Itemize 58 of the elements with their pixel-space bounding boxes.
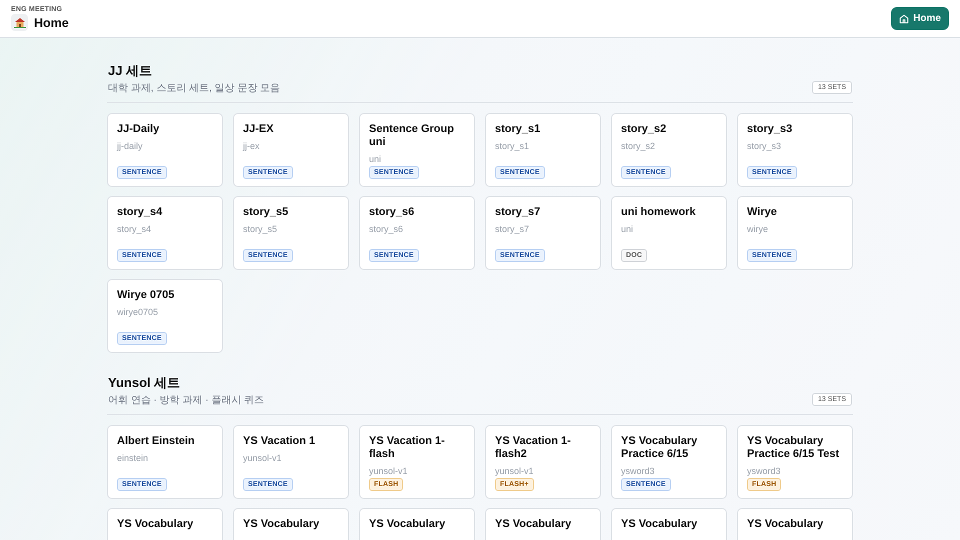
set-title: YS Vocabulary — [243, 518, 320, 531]
home-icon — [899, 14, 910, 24]
set-title: Wirye 0705 — [117, 289, 176, 302]
set-title: story_s6 — [369, 206, 416, 219]
set-slug: story_s2 — [621, 141, 656, 151]
set-slug: wirye — [747, 224, 770, 234]
set-slug: ysword3 — [747, 466, 782, 476]
section-title: JJ 세트 — [108, 62, 154, 80]
set-title: YS Vacation 1-flash2 — [495, 435, 572, 461]
set-title: story_s3 — [747, 123, 794, 136]
set-slug: ysword3 — [621, 466, 656, 476]
set-title: YS Vacation 1-flash — [369, 435, 446, 461]
set-card[interactable]: YS Vocabulary — [737, 508, 853, 540]
set-slug: jj-ex — [243, 141, 261, 151]
set-title: YS Vocabulary — [369, 518, 446, 531]
set-slug: yunsol-v1 — [369, 466, 409, 476]
set-title: JJ-Daily — [117, 123, 160, 136]
set-title: YS Vocabulary — [495, 518, 572, 531]
set-slug: story_s6 — [369, 224, 404, 234]
section-title: Yunsol 세트 — [108, 374, 182, 392]
home-button[interactable]: Home — [891, 7, 949, 30]
set-slug: yunsol-v1 — [243, 453, 283, 463]
set-title: YS Vocabulary — [621, 518, 698, 531]
set-title: YS Vocabulary — [747, 518, 824, 531]
set-card[interactable]: YS Vocabulary — [485, 508, 601, 540]
set-title: story_s7 — [495, 206, 542, 219]
set-title: JJ-EX — [243, 123, 275, 136]
set-card[interactable]: YS Vocabulary — [233, 508, 349, 540]
page-title: Home — [34, 16, 69, 30]
set-title: Wirye — [747, 206, 778, 219]
set-slug: wirye0705 — [117, 307, 160, 317]
set-slug: story_s3 — [747, 141, 782, 151]
set-title: story_s1 — [495, 123, 542, 136]
set-title: YS Vacation 1 — [243, 435, 316, 448]
set-title: uni homework — [621, 206, 697, 219]
set-title: Albert Einstein — [117, 435, 196, 448]
set-title: YS Vocabulary — [117, 518, 194, 531]
set-title: story_s4 — [117, 206, 164, 219]
set-slug: einstein — [117, 453, 150, 463]
set-title: story_s5 — [243, 206, 290, 219]
set-slug: uni — [621, 224, 634, 234]
set-card[interactable]: YS Vocabulary — [107, 508, 223, 540]
house-icon — [14, 17, 26, 28]
set-card[interactable]: YS Vocabulary — [359, 508, 475, 540]
section-subtitle: 대학 과제, 스토리 세트, 일상 문장 모음 — [108, 82, 280, 95]
set-title: YS Vocabulary Practice 6/15 Test — [747, 435, 840, 461]
set-slug: yunsol-v1 — [495, 466, 535, 476]
set-title: Sentence Group uni — [369, 123, 455, 149]
set-slug: story_s4 — [117, 224, 152, 234]
set-slug: story_s7 — [495, 224, 530, 234]
set-slug: uni — [369, 154, 382, 164]
section-subtitle: 어휘 연습 · 방학 과제 · 플래시 퀴즈 — [108, 394, 264, 407]
set-slug: story_s5 — [243, 224, 278, 234]
set-title: story_s2 — [621, 123, 668, 136]
set-card[interactable]: YS Vocabulary — [611, 508, 727, 540]
set-slug: jj-daily — [117, 141, 144, 151]
set-title: YS Vocabulary Practice 6/15 — [621, 435, 698, 461]
set-slug: story_s1 — [495, 141, 530, 151]
